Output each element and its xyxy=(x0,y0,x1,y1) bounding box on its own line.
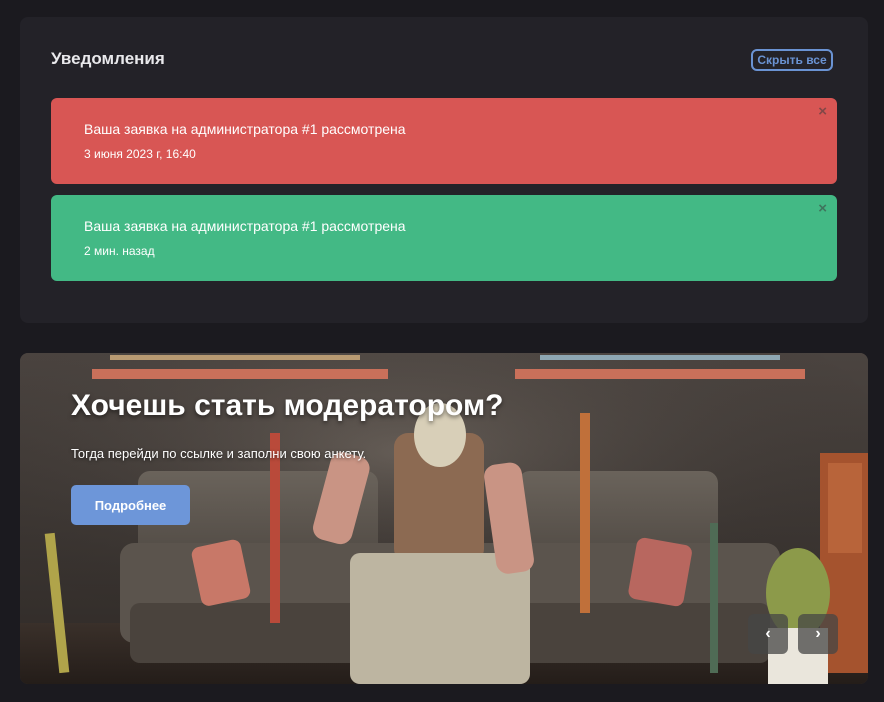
carousel-prev-button[interactable]: ‹ xyxy=(748,614,788,654)
close-icon[interactable]: × xyxy=(818,201,827,216)
hide-all-button[interactable]: Скрыть все xyxy=(751,49,833,71)
notifications-panel: Уведомления Скрыть все Ваша заявка на ад… xyxy=(20,17,868,323)
banner-subtitle: Тогда перейди по ссылке и заполни свою а… xyxy=(71,446,367,461)
notification-message: Ваша заявка на администратора #1 рассмот… xyxy=(84,218,406,234)
promo-banner: Хочешь стать модератором? Тогда перейди … xyxy=(20,353,868,684)
notification-item: Ваша заявка на администратора #1 рассмот… xyxy=(51,98,837,184)
notification-time: 3 июня 2023 г, 16:40 xyxy=(84,147,196,161)
notification-item: Ваша заявка на администратора #1 рассмот… xyxy=(51,195,837,281)
chevron-left-icon: ‹ xyxy=(765,625,771,642)
carousel-next-button[interactable]: › xyxy=(798,614,838,654)
notification-message: Ваша заявка на администратора #1 рассмот… xyxy=(84,121,406,137)
close-icon[interactable]: × xyxy=(818,104,827,119)
chevron-right-icon: › xyxy=(815,625,821,642)
banner-title: Хочешь стать модератором? xyxy=(71,389,504,422)
more-button[interactable]: Подробнее xyxy=(71,485,190,525)
notifications-title: Уведомления xyxy=(51,49,165,68)
notification-time: 2 мин. назад xyxy=(84,244,155,258)
